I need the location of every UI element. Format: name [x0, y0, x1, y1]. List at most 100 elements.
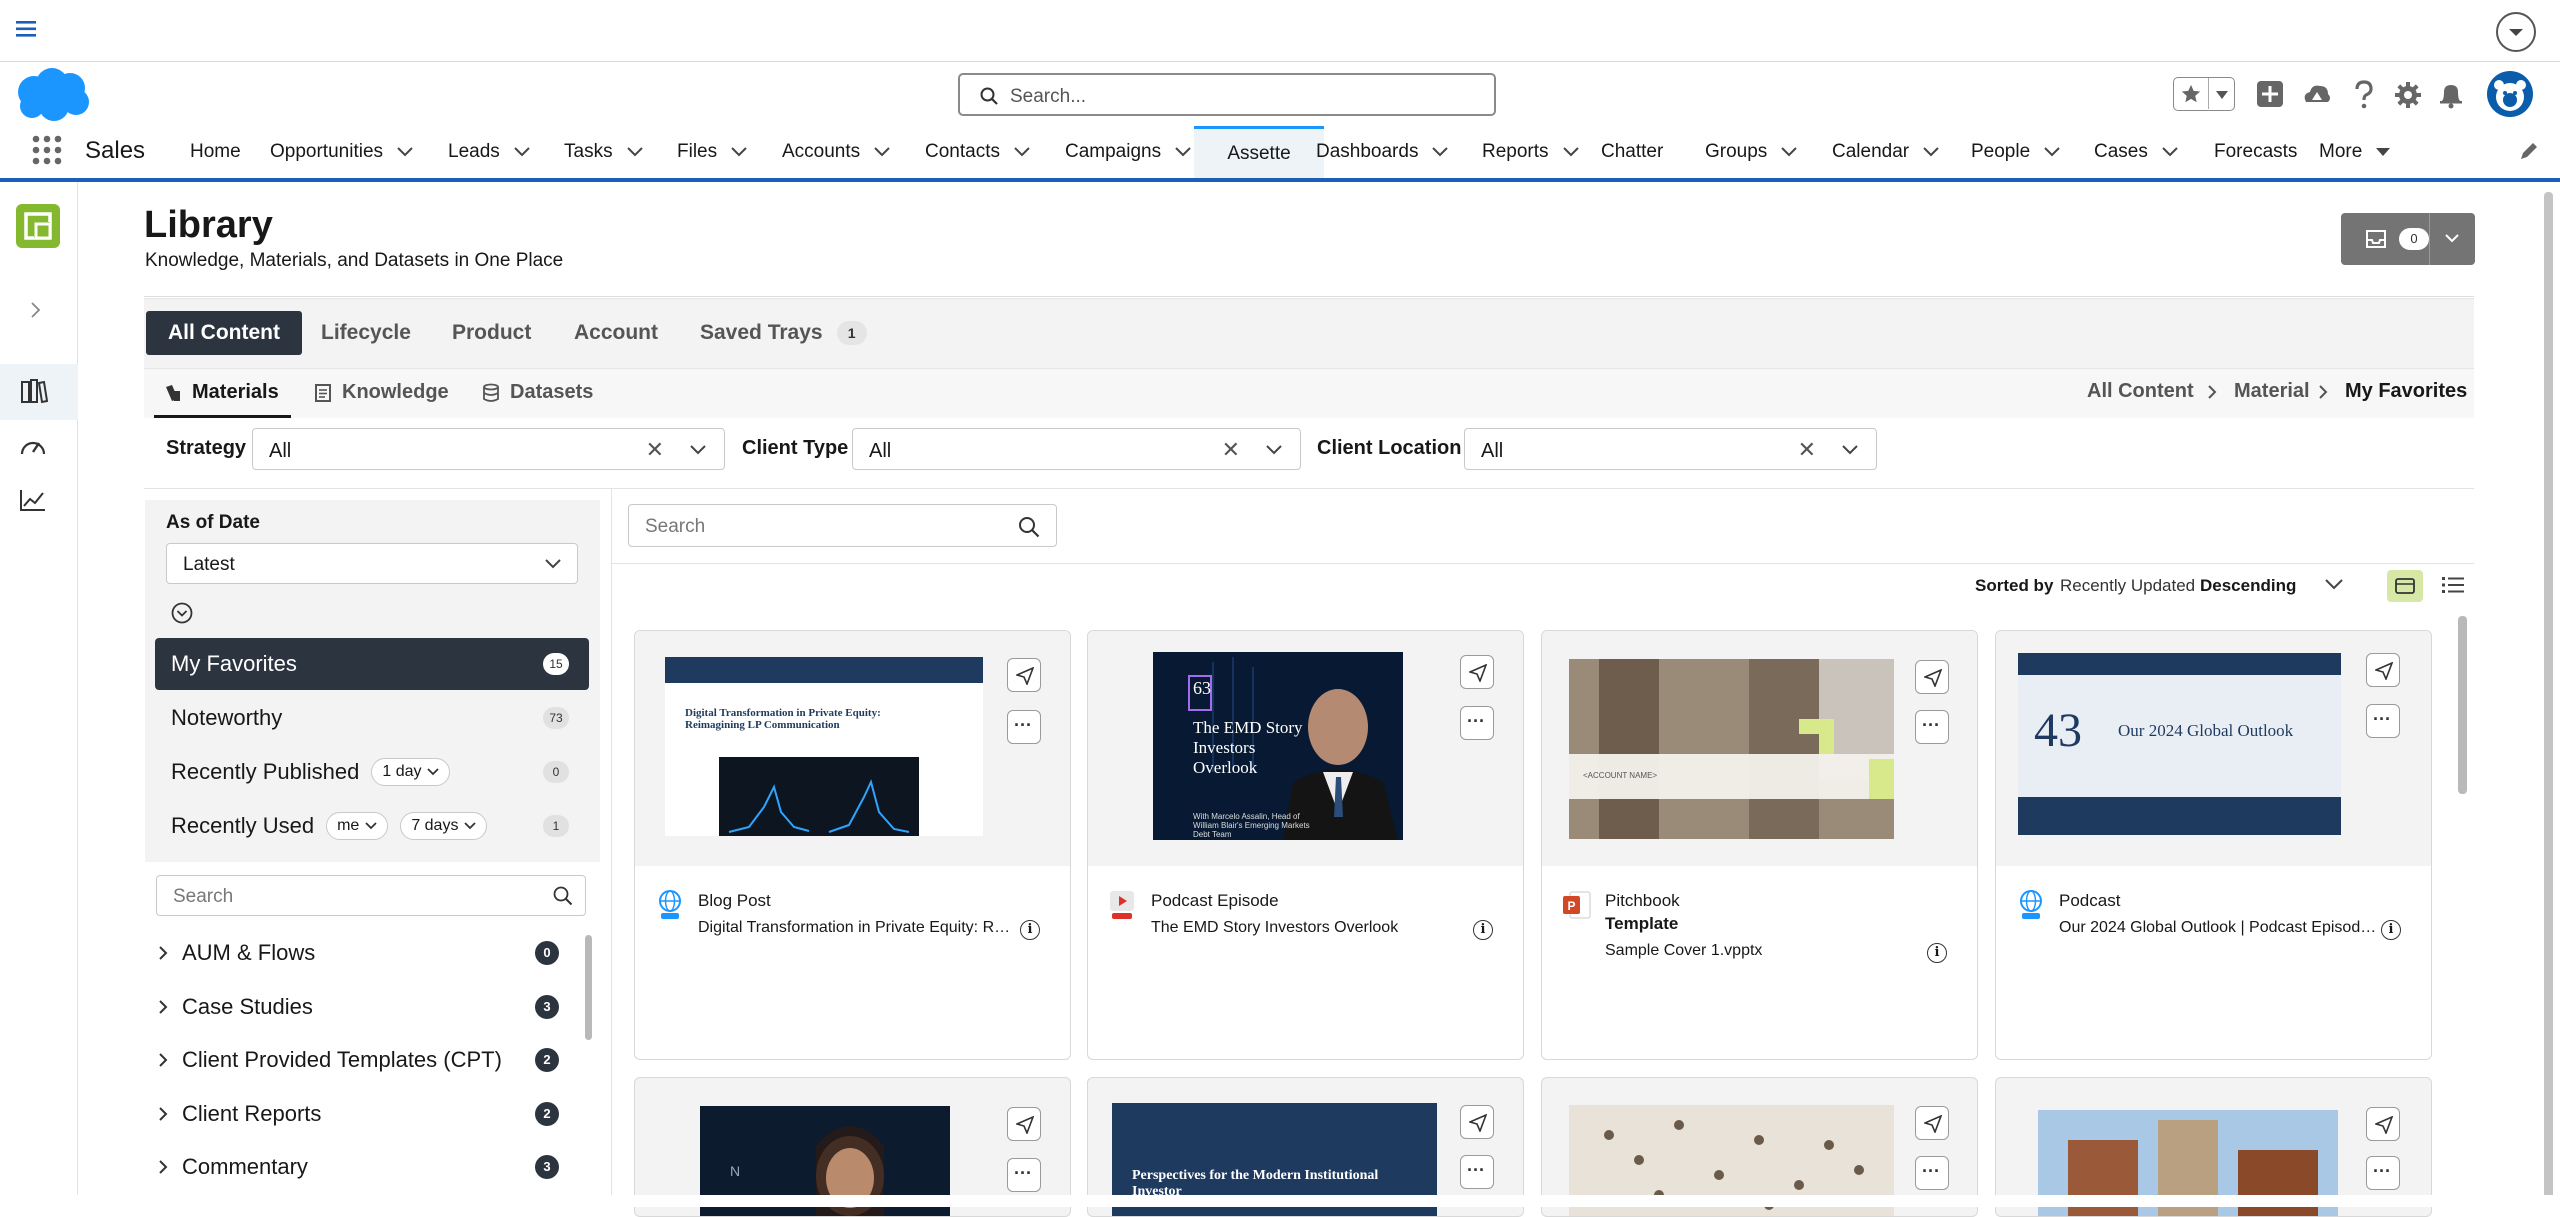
nav-item-contacts[interactable]: Contacts	[925, 126, 1030, 178]
more-actions-button[interactable]: ···	[1460, 1155, 1494, 1189]
notifications-bell-icon[interactable]	[2438, 81, 2464, 109]
chevron-down-icon[interactable]	[2376, 147, 2391, 157]
nav-item-dashboards[interactable]: Dashboards	[1316, 126, 1449, 178]
collapse-chevron-circle-icon[interactable]	[171, 602, 193, 624]
user-avatar[interactable]	[2486, 70, 2534, 118]
more-actions-button[interactable]: ···	[2366, 1156, 2400, 1190]
clear-icon[interactable]: ✕	[1222, 437, 1240, 463]
chevron-right-icon[interactable]	[158, 999, 168, 1015]
subtab-materials[interactable]: Materials	[154, 381, 291, 418]
period-pill[interactable]: 1 day	[371, 758, 451, 786]
chevron-right-icon[interactable]	[30, 301, 42, 319]
hamburger-menu-icon[interactable]	[16, 18, 38, 40]
send-button[interactable]	[1915, 1106, 1949, 1140]
strategy-filter-select[interactable]: All ✕	[252, 428, 725, 470]
clear-icon[interactable]: ✕	[1798, 437, 1816, 463]
library-books-icon[interactable]	[20, 378, 48, 404]
chevron-down-icon[interactable]	[874, 147, 890, 157]
nav-item-people[interactable]: People	[1971, 126, 2060, 178]
chevron-down-icon[interactable]	[514, 147, 530, 157]
tab-account[interactable]: Account	[574, 311, 658, 355]
nav-item-files[interactable]: Files	[677, 126, 747, 178]
chevron-down-icon[interactable]	[1014, 147, 1030, 157]
send-button[interactable]	[2366, 1107, 2400, 1141]
more-actions-button[interactable]: ···	[1007, 1158, 1041, 1192]
more-actions-button[interactable]: ···	[1460, 706, 1494, 740]
send-button[interactable]	[1915, 660, 1949, 694]
category-item[interactable]: Case Studies 3	[158, 987, 573, 1027]
client-type-filter-select[interactable]: All ✕	[852, 428, 1301, 470]
tab-lifecycle[interactable]: Lifecycle	[321, 311, 411, 355]
chevron-right-icon[interactable]	[158, 1106, 168, 1122]
chevron-down-icon[interactable]	[2162, 147, 2178, 157]
chevron-down-icon[interactable]	[731, 147, 747, 157]
category-item[interactable]: AUM & Flows 0	[158, 933, 573, 973]
card-title[interactable]: The EMD Story Investors Overlook	[1151, 919, 1471, 937]
category-item[interactable]: Commentary 3	[158, 1147, 573, 1187]
nav-item-assette[interactable]: Assette	[1194, 126, 1324, 178]
send-button[interactable]	[2366, 653, 2400, 687]
global-search-input[interactable]: Search...	[958, 73, 1496, 116]
nav-item-forecasts[interactable]: Forecasts	[2214, 126, 2297, 178]
sort-field[interactable]: Recently Updated	[2060, 576, 2195, 596]
chevron-down-icon[interactable]	[2044, 147, 2060, 157]
category-item[interactable]: Client Provided Templates (CPT) 2	[158, 1040, 573, 1080]
list-my-favorites[interactable]: My Favorites 15	[155, 638, 589, 690]
tray-button[interactable]: 0	[2341, 213, 2475, 265]
tab-product[interactable]: Product	[452, 311, 531, 355]
page-scrollbar[interactable]	[2544, 192, 2553, 1202]
add-icon[interactable]	[2256, 80, 2284, 108]
info-icon[interactable]: i	[1473, 920, 1493, 940]
nav-item-tasks[interactable]: Tasks	[564, 126, 643, 178]
trailhead-icon[interactable]	[2302, 82, 2332, 108]
more-actions-button[interactable]: ···	[1007, 710, 1041, 744]
client-location-filter-select[interactable]: All ✕	[1464, 428, 1877, 470]
trend-chart-icon[interactable]	[19, 488, 47, 512]
chevron-right-icon[interactable]	[158, 945, 168, 961]
nav-item-more[interactable]: More	[2319, 126, 2391, 178]
material-card[interactable]: 43 Our 2024 Global Outlook ··· Podcast O…	[1995, 630, 2432, 1060]
chevron-down-icon[interactable]	[1781, 147, 1798, 157]
list-view-icon[interactable]	[2442, 576, 2464, 594]
breadcrumb-all-content[interactable]: All Content	[2087, 380, 2194, 403]
card-title[interactable]: Digital Transformation in Private Equity…	[698, 919, 1018, 937]
nav-item-calendar[interactable]: Calendar	[1832, 126, 1939, 178]
chevron-down-icon[interactable]	[1175, 147, 1191, 157]
nav-item-campaigns[interactable]: Campaigns	[1065, 126, 1191, 178]
more-actions-button[interactable]: ···	[2366, 704, 2400, 738]
category-scrollbar[interactable]	[585, 935, 592, 1040]
chevron-down-icon[interactable]	[397, 147, 413, 157]
gauge-icon[interactable]	[19, 434, 47, 458]
content-search-input[interactable]: Search	[628, 504, 1057, 547]
app-launcher-icon[interactable]	[31, 134, 63, 166]
list-recently-published[interactable]: Recently Published 1 day 0	[155, 746, 589, 798]
edit-nav-pencil-icon[interactable]	[2518, 140, 2540, 162]
nav-item-leads[interactable]: Leads	[448, 126, 530, 178]
clear-icon[interactable]: ✕	[646, 437, 664, 463]
list-noteworthy[interactable]: Noteworthy 73	[155, 692, 589, 744]
material-card[interactable]: 63 The EMD Story Investors Overlook With…	[1087, 630, 1524, 1060]
material-card[interactable]: <ACCOUNT NAME> ··· P Pitchbook Template …	[1541, 630, 1978, 1060]
send-button[interactable]	[1460, 655, 1494, 689]
user-pill[interactable]: me	[326, 812, 389, 840]
send-button[interactable]	[1460, 1105, 1494, 1139]
nav-item-groups[interactable]: Groups	[1705, 126, 1798, 178]
settings-gear-icon[interactable]	[2394, 81, 2422, 109]
chevron-down-icon[interactable]	[626, 147, 643, 157]
subtab-knowledge[interactable]: Knowledge	[314, 381, 449, 404]
card-title[interactable]: Our 2024 Global Outlook | Podcast Episod…	[2059, 919, 2379, 937]
tab-all-content[interactable]: All Content	[146, 311, 302, 355]
help-icon[interactable]	[2354, 80, 2374, 110]
chevron-down-icon[interactable]	[1923, 147, 1939, 157]
tab-saved-trays[interactable]: Saved Trays 1	[700, 311, 867, 355]
chevron-down-icon[interactable]	[1432, 147, 1449, 157]
chevron-down-icon[interactable]	[1562, 147, 1579, 157]
nav-item-accounts[interactable]: Accounts	[782, 126, 890, 178]
card-view-toggle[interactable]	[2387, 570, 2423, 602]
content-scrollbar[interactable]	[2458, 616, 2467, 794]
breadcrumb-material[interactable]: Material	[2234, 380, 2310, 403]
more-actions-button[interactable]: ···	[1915, 1156, 1949, 1190]
card-title[interactable]: Sample Cover 1.vpptx	[1605, 942, 1762, 960]
as-of-date-select[interactable]: Latest	[166, 543, 578, 584]
chevron-right-icon[interactable]	[158, 1159, 168, 1175]
